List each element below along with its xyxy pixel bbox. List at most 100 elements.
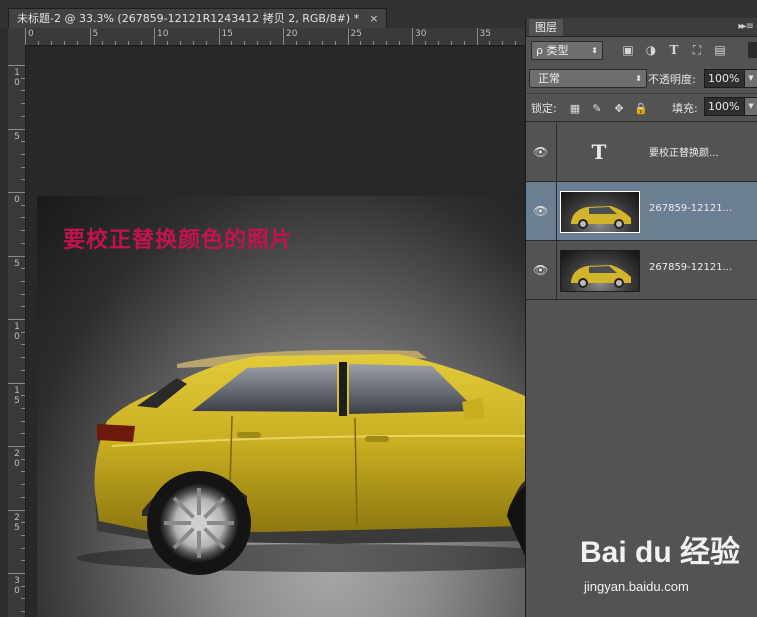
lock-label: 锁定: [531, 102, 557, 115]
layer-name[interactable]: 要校正替换颜... [649, 144, 719, 159]
layer-row[interactable]: 👁 T 要校正替换颜... [526, 123, 757, 182]
lock-all-icon[interactable]: 🔒 [634, 102, 648, 116]
ruler-minor-tick [21, 306, 25, 308]
blend-mode-select[interactable]: 正常 ⬍ [529, 69, 647, 88]
opacity-dropdown-icon[interactable]: ▼ [744, 69, 757, 88]
visibility-toggle[interactable]: 👁 [526, 182, 557, 240]
ruler-minor-tick [21, 395, 25, 397]
ruler-minor-tick [321, 41, 323, 45]
layer-filter-label: ρ 类型 [536, 44, 569, 57]
ruler-minor-tick [21, 331, 25, 333]
ruler-label: 20 [286, 29, 298, 39]
ruler-minor-tick [21, 166, 25, 168]
close-tab-icon[interactable]: × [369, 12, 378, 25]
ruler-label: 5 [92, 29, 99, 39]
ruler-major-tick [8, 382, 25, 384]
ruler-minor-tick [50, 41, 52, 45]
layer-row[interactable]: 👁 267859-12121... [526, 241, 757, 300]
type-filter-icon[interactable]: T [666, 42, 682, 58]
ruler-minor-tick [115, 41, 117, 45]
layer-row-selected[interactable]: 👁 267859-12121... [526, 182, 757, 241]
eye-icon: 👁 [533, 204, 549, 218]
ruler-major-tick [283, 28, 284, 45]
ruler-minor-tick [21, 268, 25, 270]
ruler-minor-tick [502, 41, 504, 45]
text-layer-thumbnail: T [591, 140, 607, 164]
ruler-minor-tick [141, 41, 143, 45]
fill-dropdown-icon[interactable]: ▼ [744, 97, 757, 116]
ruler-minor-tick [21, 179, 25, 181]
car-photo [77, 349, 525, 575]
ruler-major-tick [89, 28, 91, 45]
ruler-minor-tick [21, 585, 25, 587]
ruler-minor-tick [424, 41, 426, 45]
image-layer-thumbnail [560, 250, 640, 292]
shape-filter-icon[interactable]: ⛶ [689, 42, 705, 58]
car-thumbnail [571, 206, 631, 229]
ruler-minor-tick [244, 41, 246, 45]
ruler-minor-tick [21, 115, 25, 117]
panel-header: 图层 ▸▸ ≡ [526, 18, 757, 37]
ruler-minor-tick [21, 458, 25, 460]
fill-label: 填充: [672, 102, 698, 115]
ruler-label: 0 [28, 29, 34, 39]
document-canvas[interactable]: 要校正替换颜色的照片 [37, 196, 525, 617]
visibility-toggle[interactable]: 👁 [526, 241, 557, 299]
ruler-major-tick [25, 28, 26, 45]
document-tab[interactable]: 未标题-2 @ 33.3% (267859-12121R1243412 拷贝 2… [8, 8, 388, 29]
adjustment-filter-icon[interactable]: ◑ [643, 42, 659, 58]
ruler-minor-tick [515, 41, 517, 45]
ruler-major-tick [476, 28, 478, 45]
ruler-label: 10 [157, 29, 169, 39]
car-thumbnail [571, 265, 631, 288]
lock-transparent-pixels-icon[interactable]: ▦ [568, 102, 582, 116]
layer-name[interactable]: 267859-12121... [649, 262, 732, 273]
layer-name[interactable]: 267859-12121... [649, 203, 732, 214]
ruler-minor-tick [21, 357, 25, 359]
ruler-minor-tick [76, 41, 78, 45]
filter-toggle[interactable] [748, 42, 757, 58]
ruler-minor-tick [21, 484, 25, 486]
layer-filter-select[interactable]: ρ 类型 ⬍ [531, 41, 603, 60]
smart-object-filter-icon[interactable]: ▤ [712, 42, 728, 58]
ruler-minor-tick [21, 407, 25, 409]
ruler-major-tick [154, 28, 155, 45]
opacity-label: 不透明度: [648, 73, 696, 86]
ruler-minor-tick [37, 41, 39, 45]
ruler-minor-tick [21, 560, 25, 562]
ruler-minor-tick [21, 534, 25, 536]
eye-icon: 👁 [533, 145, 549, 159]
ruler-minor-tick [450, 41, 452, 45]
ruler-minor-tick [489, 41, 491, 45]
divider [526, 121, 757, 122]
lock-image-pixels-icon[interactable]: ✎ [590, 102, 604, 116]
ruler-minor-tick [257, 41, 259, 45]
divider [526, 93, 757, 94]
visibility-toggle[interactable]: 👁 [526, 123, 557, 181]
ruler-minor-tick [373, 41, 375, 45]
ruler-minor-tick [21, 598, 25, 600]
ruler-major-tick [8, 255, 25, 257]
ruler-label: 20 [14, 449, 20, 469]
tab-layers[interactable]: 图层 [529, 19, 563, 36]
lock-position-icon[interactable]: ✥ [612, 102, 626, 116]
ruler-minor-tick [21, 242, 25, 244]
ruler-minor-tick [102, 41, 104, 45]
panel-menu-icon[interactable]: ▸▸ ≡ [738, 18, 754, 36]
ruler-minor-tick [334, 41, 336, 45]
ruler-minor-tick [21, 611, 25, 613]
ruler-minor-tick [463, 41, 465, 45]
ruler-minor-tick [21, 217, 25, 219]
image-filter-icon[interactable]: ▣ [620, 42, 636, 58]
ruler-minor-tick [21, 293, 25, 295]
vertical-ruler[interactable]: 10 5 0 5 10 15 20 25 30 [8, 45, 26, 617]
watermark-url: jingyan.baidu.com [584, 579, 689, 594]
ruler-label: 10 [14, 322, 20, 342]
watermark-logo: Bai du 经验 [580, 536, 741, 569]
ruler-minor-tick [21, 369, 25, 371]
image-layer-thumbnail [560, 191, 640, 233]
horizontal-ruler[interactable]: 0 5 10 15 20 25 30 35 [8, 28, 525, 46]
ruler-minor-tick [179, 41, 181, 45]
dropdown-arrow-icon: ⬍ [635, 74, 642, 83]
ruler-minor-tick [21, 420, 25, 422]
